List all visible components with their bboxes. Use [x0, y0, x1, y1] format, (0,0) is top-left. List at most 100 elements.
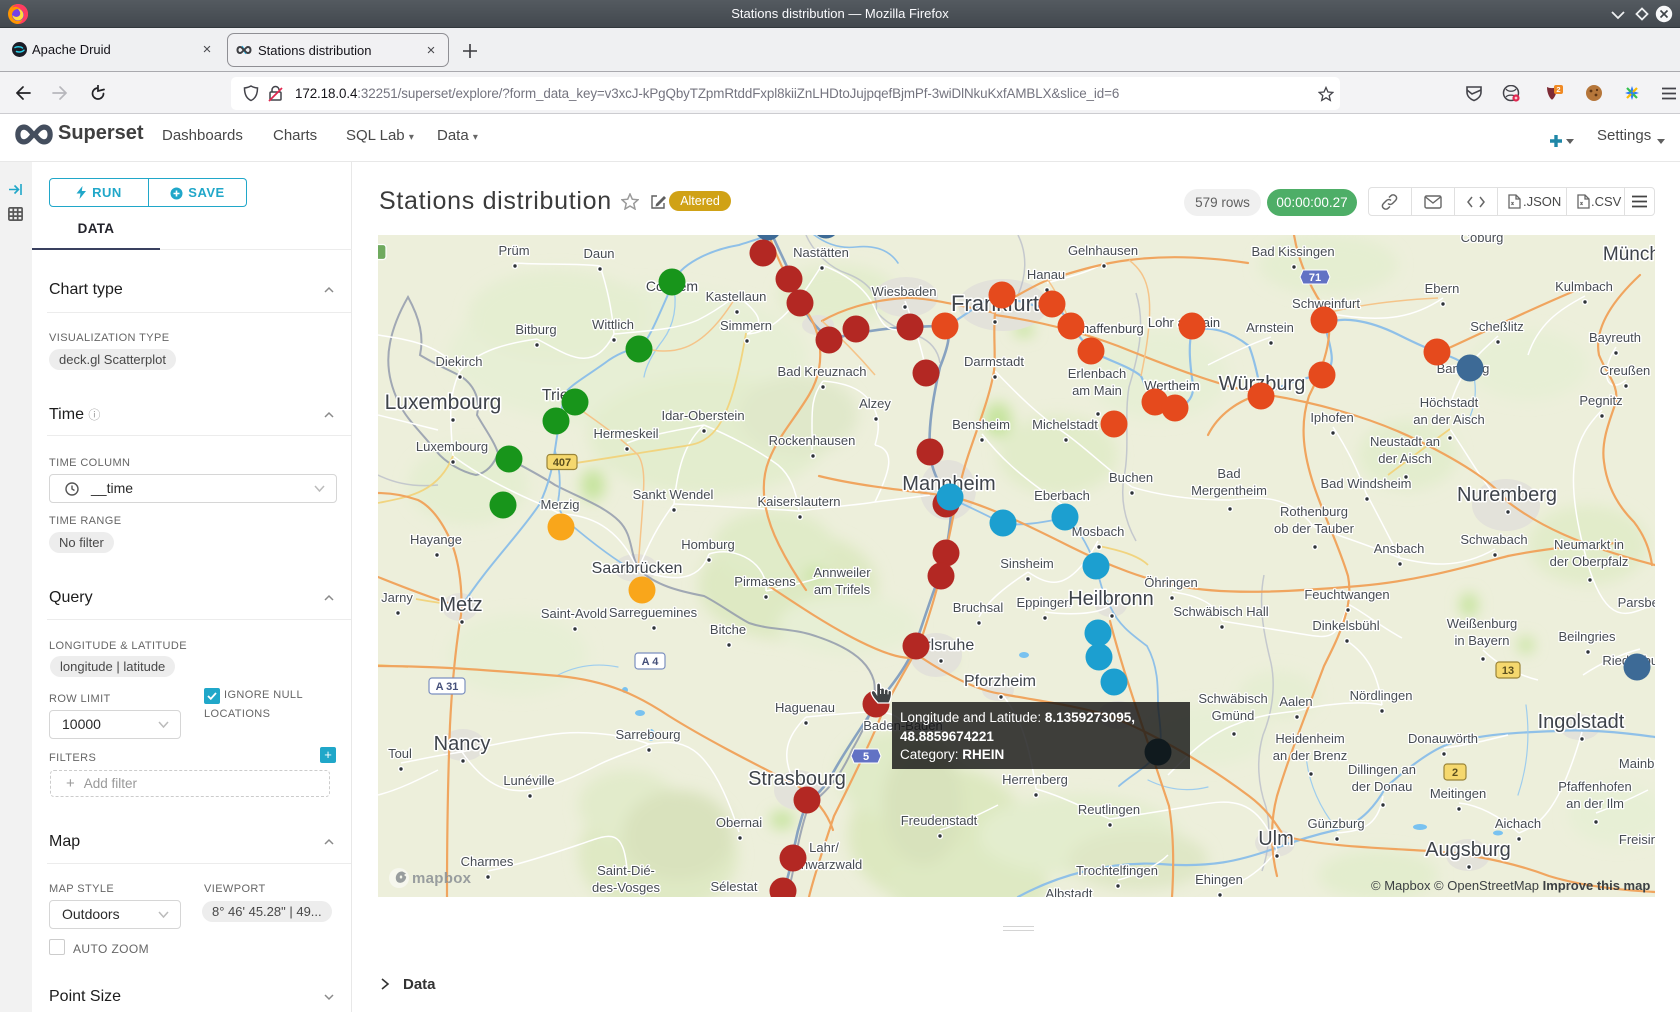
- svg-text:Kulmbach: Kulmbach: [1555, 279, 1613, 294]
- svg-text:Iphofen: Iphofen: [1310, 410, 1353, 425]
- svg-text:Höchstadt: Höchstadt: [1420, 395, 1479, 410]
- svg-text:Saint-Avold: Saint-Avold: [541, 606, 607, 621]
- svg-text:Eberbach: Eberbach: [1034, 488, 1090, 503]
- svg-text:Pforzheim: Pforzheim: [964, 673, 1036, 690]
- svg-text:Günzburg: Günzburg: [1307, 816, 1364, 831]
- svg-text:Scheßlitz: Scheßlitz: [1470, 319, 1523, 334]
- svg-text:Kaiserslautern: Kaiserslautern: [757, 494, 840, 509]
- svg-text:Sinsheim: Sinsheim: [1000, 556, 1053, 571]
- svg-text:Neumarkt in: Neumarkt in: [1554, 537, 1624, 552]
- svg-text:Pirmasens: Pirmasens: [734, 574, 796, 589]
- svg-text:Mergentheim: Mergentheim: [1191, 483, 1267, 498]
- svg-text:Bayreuth: Bayreuth: [1589, 330, 1641, 345]
- svg-text:Bruchsal: Bruchsal: [953, 600, 1004, 615]
- svg-text:Metz: Metz: [439, 594, 482, 616]
- svg-text:Dinkelsbühl: Dinkelsbühl: [1312, 618, 1379, 633]
- svg-text:Feuchtwangen: Feuchtwangen: [1304, 587, 1389, 602]
- svg-text:Coburg: Coburg: [1461, 235, 1504, 245]
- svg-text:Albstadt: Albstadt: [1046, 886, 1093, 897]
- svg-text:Daun: Daun: [583, 246, 614, 261]
- svg-text:Mosbach: Mosbach: [1072, 524, 1125, 539]
- svg-text:Donauwörth: Donauwörth: [1408, 731, 1478, 746]
- svg-text:Herrenberg: Herrenberg: [1002, 772, 1068, 787]
- svg-text:ob der Tauber: ob der Tauber: [1274, 521, 1355, 536]
- svg-text:Nastätten: Nastätten: [793, 245, 849, 260]
- svg-text:Wiesbaden: Wiesbaden: [871, 284, 936, 299]
- svg-text:Pfaffenhofen: Pfaffenhofen: [1558, 779, 1632, 794]
- svg-text:Rockenhausen: Rockenhausen: [769, 433, 856, 448]
- svg-text:Ingolstadt: Ingolstadt: [1538, 711, 1625, 733]
- svg-text:an der Aisch: an der Aisch: [1413, 412, 1485, 427]
- svg-text:Erlenbach: Erlenbach: [1068, 366, 1127, 381]
- svg-text:Nancy: Nancy: [434, 733, 491, 755]
- svg-text:Aichach: Aichach: [1495, 816, 1541, 831]
- svg-text:Bitburg: Bitburg: [515, 322, 556, 337]
- svg-text:Schwäbisch: Schwäbisch: [1198, 691, 1267, 706]
- svg-text:Bad Windsheim: Bad Windsheim: [1320, 476, 1411, 491]
- svg-text:am Trifels: am Trifels: [814, 582, 871, 597]
- svg-text:Heidenheim: Heidenheim: [1275, 731, 1344, 746]
- svg-text:des-Vosges: des-Vosges: [592, 880, 660, 895]
- svg-text:Bad: Bad: [1217, 466, 1240, 481]
- svg-text:Lahr/: Lahr/: [809, 840, 839, 855]
- svg-text:Hanau: Hanau: [1027, 267, 1065, 282]
- svg-text:Idar-Oberstein: Idar-Oberstein: [661, 408, 744, 423]
- svg-text:Creußen: Creußen: [1600, 363, 1651, 378]
- svg-text:Obernai: Obernai: [716, 815, 762, 830]
- svg-text:Meitingen: Meitingen: [1430, 786, 1486, 801]
- svg-text:Gmünd: Gmünd: [1212, 708, 1255, 723]
- svg-text:Nuremberg: Nuremberg: [1457, 484, 1557, 506]
- svg-text:mapbox: mapbox: [412, 870, 472, 887]
- svg-text:Beilngries: Beilngries: [1558, 629, 1616, 644]
- svg-text:Sarreguemines: Sarreguemines: [609, 605, 698, 620]
- svg-text:Pegnitz: Pegnitz: [1579, 393, 1622, 408]
- svg-text:Eppingen: Eppingen: [1017, 595, 1072, 610]
- svg-text:München: München: [1603, 244, 1655, 265]
- svg-text:Wittlich: Wittlich: [592, 317, 634, 332]
- svg-text:A 4: A 4: [642, 656, 660, 668]
- svg-text:Schwäbisch Hall: Schwäbisch Hall: [1173, 604, 1268, 619]
- svg-text:Haguenau: Haguenau: [775, 700, 835, 715]
- svg-text:Ansbach: Ansbach: [1374, 541, 1425, 556]
- svg-text:Buchen: Buchen: [1109, 470, 1153, 485]
- svg-text:Bensheim: Bensheim: [952, 417, 1010, 432]
- svg-text:Darmstadt: Darmstadt: [964, 354, 1024, 369]
- svg-text:der Donau: der Donau: [1352, 779, 1413, 794]
- svg-text:5: 5: [863, 751, 869, 763]
- svg-text:Kastellaun: Kastellaun: [706, 289, 767, 304]
- svg-text:Weißenburg: Weißenburg: [1447, 616, 1518, 631]
- svg-text:Strasbourg: Strasbourg: [748, 768, 846, 790]
- svg-text:der Aisch: der Aisch: [1378, 451, 1431, 466]
- svg-text:Lunéville: Lunéville: [503, 773, 554, 788]
- svg-text:Hermeskeil: Hermeskeil: [593, 426, 658, 441]
- svg-text:Schwabach: Schwabach: [1460, 532, 1527, 547]
- svg-text:2: 2: [1556, 85, 1560, 94]
- svg-text:Michelstadt: Michelstadt: [1032, 417, 1098, 432]
- svg-text:© Mapbox © OpenStreetMap Impro: © Mapbox © OpenStreetMap Improve this ma…: [1371, 878, 1650, 893]
- svg-text:Homburg: Homburg: [681, 537, 734, 552]
- svg-text:Jarny: Jarny: [381, 590, 413, 605]
- svg-text:Sankt Wendel: Sankt Wendel: [633, 487, 714, 502]
- svg-text:13: 13: [1502, 665, 1514, 677]
- svg-text:Neustadt an: Neustadt an: [1370, 434, 1440, 449]
- svg-text:Charmes: Charmes: [461, 854, 514, 869]
- svg-text:Trochtelfingen: Trochtelfingen: [1076, 863, 1158, 878]
- svg-text:Ebern: Ebern: [1425, 281, 1460, 296]
- svg-text:der Oberpfalz: der Oberpfalz: [1550, 554, 1629, 569]
- svg-text:Dillingen an: Dillingen an: [1348, 762, 1416, 777]
- svg-text:Bad Kissingen: Bad Kissingen: [1251, 244, 1334, 259]
- svg-text:Freising: Freising: [1619, 832, 1655, 847]
- svg-text:Luxembourg: Luxembourg: [416, 439, 488, 454]
- svg-text:an der Brenz: an der Brenz: [1273, 748, 1347, 763]
- svg-text:Simmern: Simmern: [720, 318, 772, 333]
- svg-text:Nördlingen: Nördlingen: [1350, 688, 1413, 703]
- svg-text:2: 2: [1452, 767, 1458, 779]
- svg-text:407: 407: [553, 457, 571, 469]
- svg-text:Rothenburg: Rothenburg: [1280, 504, 1348, 519]
- svg-text:Diekirch: Diekirch: [436, 354, 483, 369]
- svg-text:Sélestat: Sélestat: [711, 879, 758, 894]
- svg-text:Luxembourg: Luxembourg: [385, 391, 502, 414]
- svg-text:an der Ilm: an der Ilm: [1566, 796, 1624, 811]
- svg-text:Bitche: Bitche: [710, 622, 746, 637]
- svg-text:Arnstein: Arnstein: [1246, 320, 1294, 335]
